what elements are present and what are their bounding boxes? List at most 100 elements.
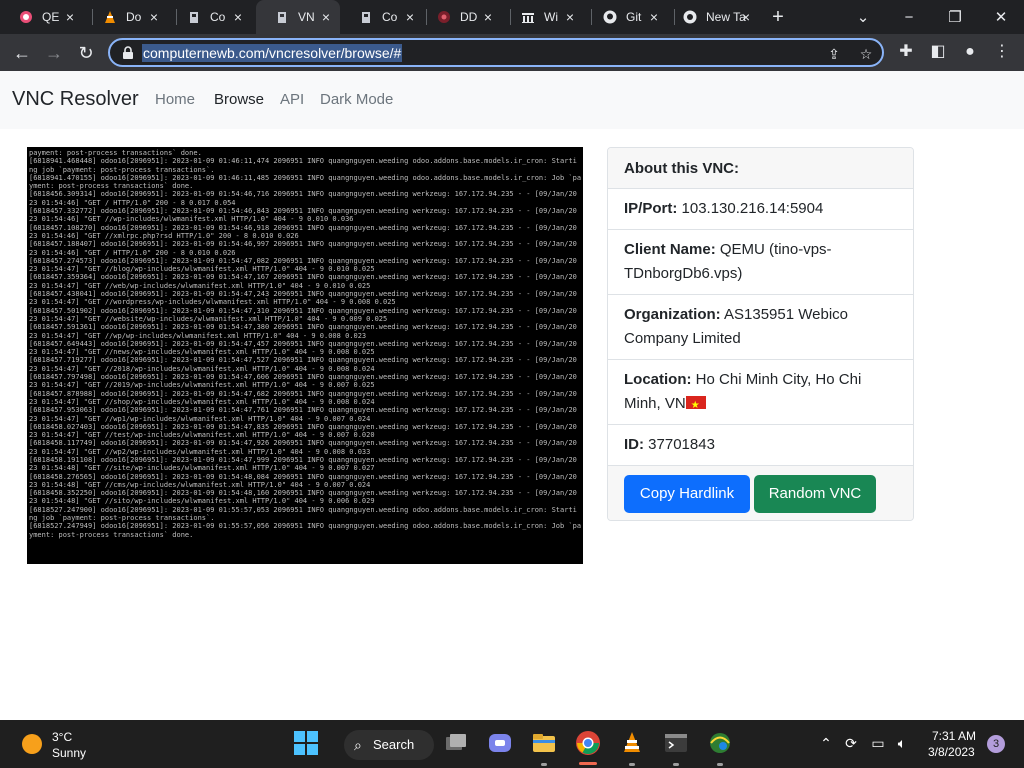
extensions-puzzle-icon[interactable]: ✚ — [894, 40, 918, 64]
show-hidden-icons-chevron-icon[interactable]: ⌃ — [817, 734, 835, 752]
terminal-log-line: 23 01:54:47] "GET //wp/wp-includes/wlwma… — [29, 331, 367, 340]
browser-tab[interactable]: QE × — [0, 0, 84, 34]
terminal-log-line: yment: post-process transactions` done. — [29, 182, 194, 191]
clock-date[interactable]: 3/8/2023 — [928, 745, 975, 759]
back-button[interactable]: ← — [9, 40, 35, 66]
browser-tab[interactable]: Wi × — [502, 0, 584, 34]
chrome-icon[interactable] — [575, 730, 601, 756]
close-icon[interactable]: × — [646, 9, 662, 25]
terminal-log-line: [6818457.953063] odoo16[2096951]: 2023-0… — [29, 406, 577, 415]
weather-description[interactable]: Sunny — [52, 746, 86, 760]
file-explorer-icon[interactable] — [531, 730, 557, 756]
terminal-log-line: ng job `payment: post-process transactio… — [29, 165, 215, 174]
share-icon[interactable]: ⇪ — [824, 44, 844, 64]
terminal-log-line: 23 01:54:47] "GET //wordpress/wp-include… — [29, 298, 396, 307]
new-tab-button[interactable]: + — [766, 5, 790, 29]
tab-label: Git — [626, 10, 642, 24]
terminal-log-line: 23 01:54:46] "GET / HTTP/1.0" 200 - 8 0.… — [29, 198, 236, 207]
id-label: ID: — [624, 436, 644, 453]
terminal-log-line: [6818458.191108] odoo16[2096951]: 2023-0… — [29, 455, 577, 464]
tardis-icon — [186, 9, 202, 25]
browser-tab-strip: QE × Do × Co × VN × Co × DD × Wi × Git × — [0, 0, 1024, 34]
forward-button[interactable]: → — [41, 40, 67, 66]
close-icon[interactable]: × — [562, 9, 578, 25]
terminal-log-line: [6818456.309314] odoo16[2096951]: 2023-0… — [29, 190, 577, 199]
clock-time[interactable]: 7:31 AM — [932, 729, 976, 743]
browser-tab[interactable]: Git × — [584, 0, 668, 34]
tardis-icon — [274, 9, 290, 25]
running-indicator — [717, 763, 723, 766]
nav-browse[interactable]: Browse — [214, 91, 264, 108]
task-view-icon[interactable] — [443, 730, 469, 756]
vlc-icon[interactable] — [619, 730, 645, 756]
ip-port-row: IP/Port: 103.130.216.14:5904 — [608, 189, 913, 230]
browser-tab[interactable]: Do × — [84, 0, 168, 34]
lock-icon[interactable] — [122, 46, 134, 60]
browser-tab[interactable]: DD × — [418, 0, 502, 34]
id-row: ID: 37701843 — [608, 425, 913, 466]
volume-icon[interactable]: 🔈︎ — [893, 734, 911, 752]
close-icon[interactable]: × — [318, 9, 334, 25]
network-icon[interactable]: ▭ — [869, 734, 887, 752]
nav-dark-mode[interactable]: Dark Mode — [320, 91, 393, 108]
side-panel-icon[interactable]: ◧ — [926, 40, 950, 64]
url-text[interactable]: computernewb.com/vncresolver/browse/# — [142, 44, 403, 62]
tab-label: Do — [126, 10, 142, 24]
qemu-icon — [18, 9, 34, 25]
terminal-log-line: 23 01:54:47] "GET //blog/wp-includes/wlw… — [29, 265, 375, 274]
card-footer: Copy Hardlink Random VNC — [608, 466, 913, 520]
tab-search-chevron-icon[interactable]: ⌄ — [840, 0, 886, 34]
restore-button[interactable]: ❐ — [932, 0, 978, 34]
active-app-indicator — [579, 762, 597, 765]
terminal-log-line: [6818457.359364] odoo16[2096951]: 2023-0… — [29, 273, 577, 282]
terminal-log-line: 23 01:54:47] "GET //2019/wp-includes/wlw… — [29, 381, 375, 390]
running-indicator — [541, 763, 547, 766]
windows-start-icon[interactable] — [293, 730, 319, 756]
reload-button[interactable]: ↻ — [73, 40, 99, 66]
bookmark-star-icon[interactable]: ☆ — [856, 44, 876, 64]
close-icon[interactable]: × — [402, 9, 418, 25]
terminal-log-line: 23 01:54:48] "GET //site/wp-includes/wlw… — [29, 464, 375, 473]
copy-hardlink-button[interactable]: Copy Hardlink — [624, 475, 750, 513]
browser-tab[interactable]: New Ta × — [664, 0, 760, 34]
address-bar[interactable]: computernewb.com/vncresolver/browse/# ⇪ … — [108, 38, 884, 67]
running-indicator — [629, 763, 635, 766]
close-icon[interactable]: × — [230, 9, 246, 25]
teams-chat-icon[interactable] — [487, 730, 513, 756]
taskbar-search[interactable]: ⌕ Search — [344, 730, 434, 760]
browser-tab[interactable]: Co × — [168, 0, 252, 34]
terminal-log-line: [6818457.797498] odoo16[2096951]: 2023-0… — [29, 373, 577, 382]
github-icon — [602, 9, 618, 25]
close-icon[interactable]: × — [146, 9, 162, 25]
close-icon[interactable]: × — [738, 9, 754, 25]
client-name-label: Client Name: — [624, 241, 716, 258]
search-label: Search — [373, 737, 415, 752]
terminal-log-line: 23 01:54:47] "GET //2018/wp-includes/wlw… — [29, 364, 375, 373]
nav-home[interactable]: Home — [155, 91, 195, 108]
random-vnc-button[interactable]: Random VNC — [754, 475, 876, 513]
terminal-log-line: [6818458.352250] odoo16[2096951]: 2023-0… — [29, 489, 577, 498]
minimize-button[interactable]: − — [886, 0, 932, 34]
terminal-icon[interactable] — [663, 730, 689, 756]
terminal-log-line: [6818457.501902] odoo16[2096951]: 2023-0… — [29, 306, 577, 315]
close-icon[interactable]: × — [62, 9, 78, 25]
close-icon[interactable]: × — [480, 9, 496, 25]
close-window-button[interactable]: ✕ — [978, 0, 1024, 34]
profile-icon[interactable]: ● — [958, 40, 982, 64]
browser-tab-active[interactable]: VN × — [256, 0, 340, 34]
terminal-log-line: 23 01:54:46] "GET / HTTP/1.0" 200 - 8 0.… — [29, 248, 236, 257]
notification-badge[interactable]: 3 — [987, 735, 1005, 753]
terminal-log-line: [6818457.108270] odoo16[2096951]: 2023-0… — [29, 223, 577, 232]
terminal-log-line: yment: post-process transactions` done. — [29, 530, 194, 539]
sync-status-icon[interactable]: ⟳ — [842, 734, 860, 752]
terminal-log-line: payment: post-process transactions` done… — [29, 149, 202, 157]
menu-kebab-icon[interactable]: ⋮ — [990, 40, 1014, 64]
sun-icon[interactable] — [22, 734, 42, 754]
weather-temperature[interactable]: 3°C — [52, 730, 72, 744]
nav-api[interactable]: API — [280, 91, 304, 108]
network-app-icon[interactable] — [707, 730, 733, 756]
site-brand[interactable]: VNC Resolver — [12, 88, 139, 111]
organization-label: Organization: — [624, 306, 721, 323]
vlc-cone-icon — [102, 9, 118, 25]
browser-tab[interactable]: Co × — [340, 0, 424, 34]
